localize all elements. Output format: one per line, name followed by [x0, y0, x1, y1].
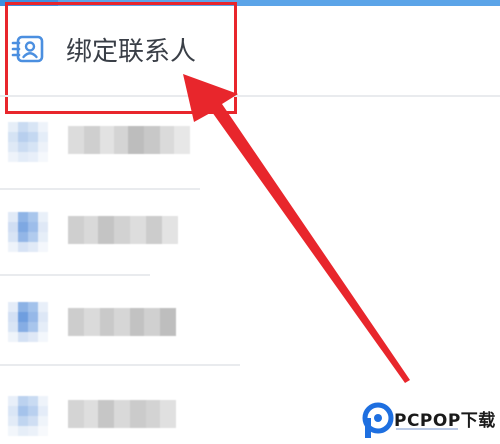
blurred-avatar — [8, 122, 48, 162]
blurred-contact-name — [68, 216, 178, 244]
blurred-contact-name — [68, 308, 176, 336]
contact-row-blurred[interactable] — [0, 188, 500, 274]
watermark-underline — [396, 428, 458, 430]
blurred-avatar — [8, 212, 48, 252]
blurred-contact-name — [68, 400, 176, 428]
contact-row-blurred[interactable] — [0, 274, 500, 364]
blurred-contact-name — [68, 126, 190, 154]
blurred-avatar — [8, 302, 48, 342]
blurred-avatar — [8, 396, 48, 436]
pcpop-watermark: PCPOP下载 — [360, 400, 498, 440]
contact-row-blurred[interactable] — [0, 96, 500, 188]
